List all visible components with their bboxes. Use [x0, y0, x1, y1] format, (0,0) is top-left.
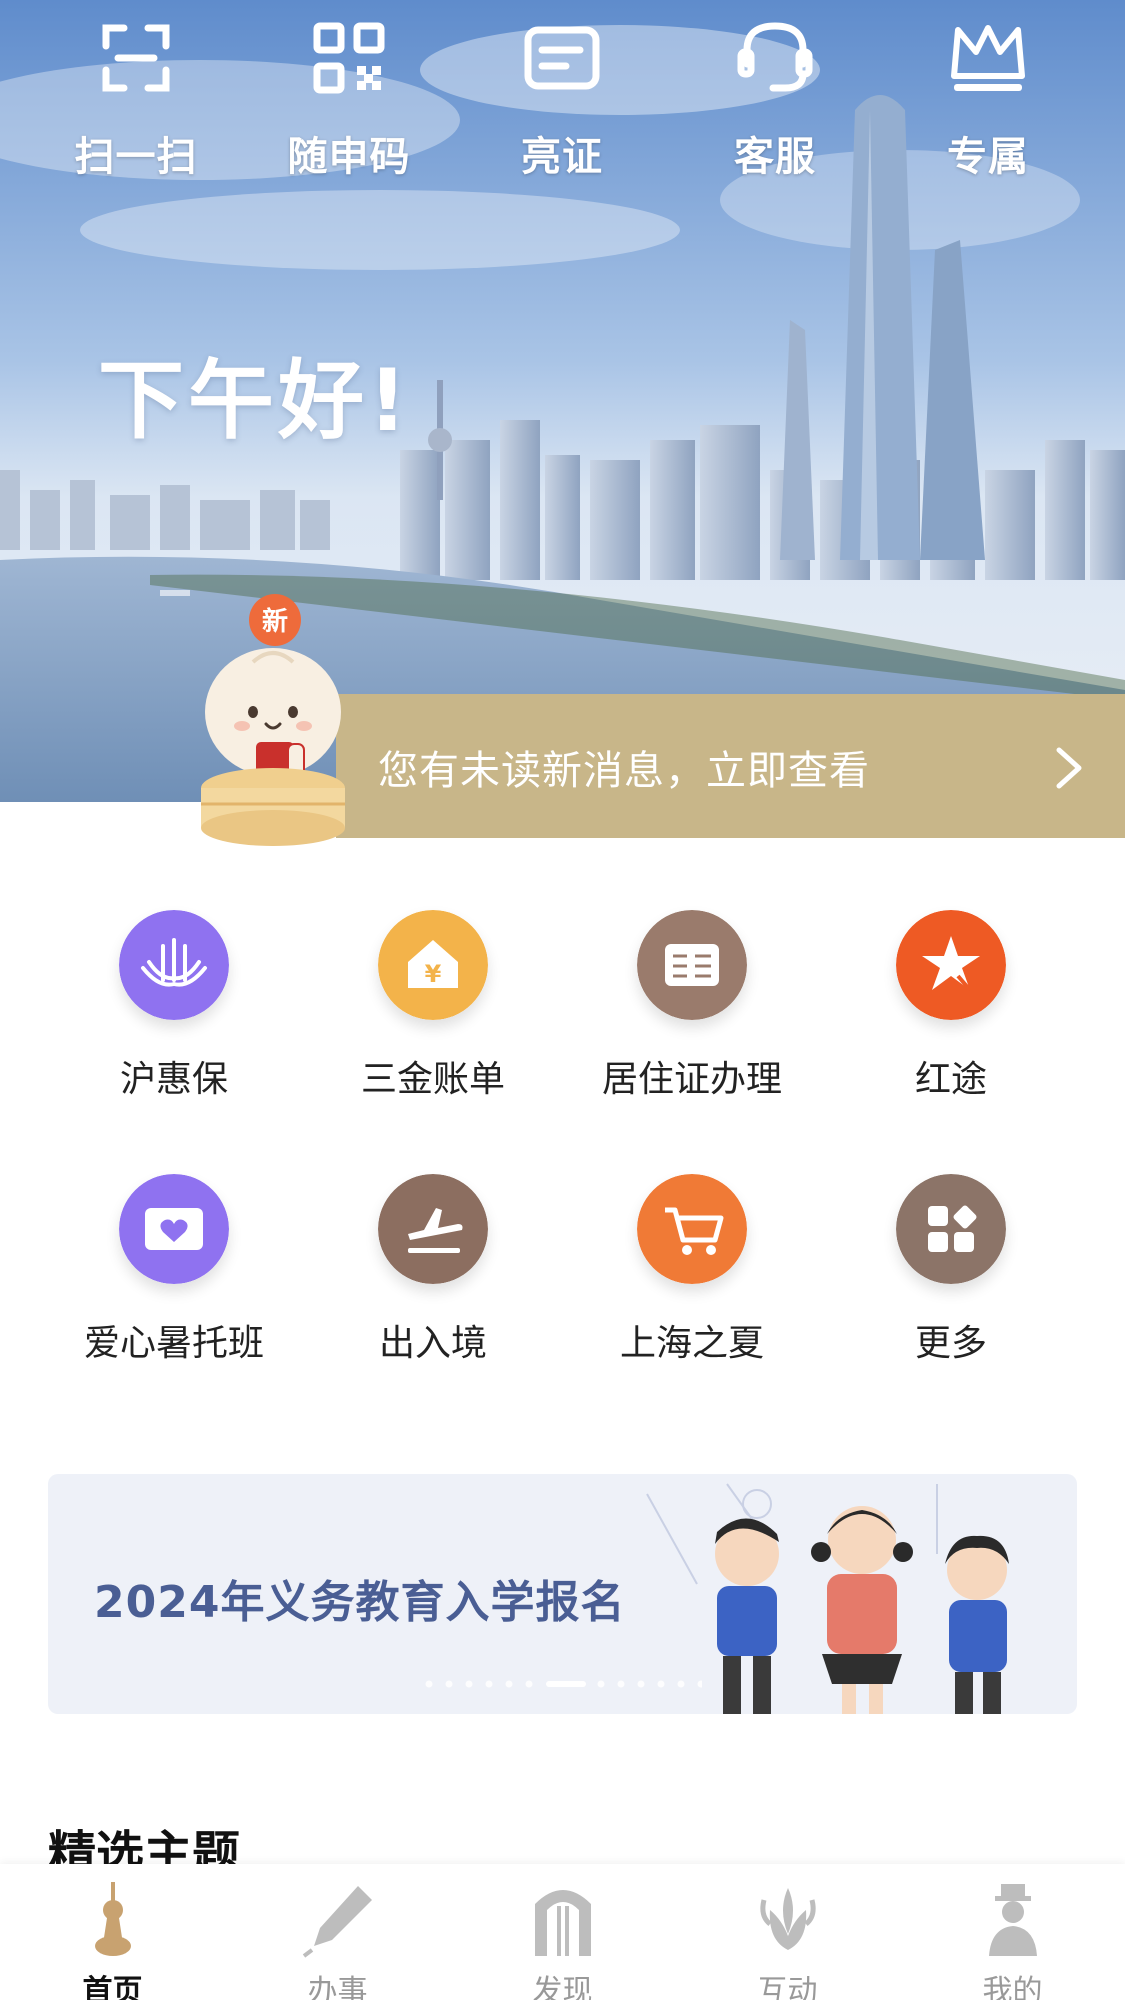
red-star-flag-icon: [896, 910, 1006, 1020]
children-illustration: [646, 1483, 1009, 1714]
service-hu-hui-bao[interactable]: 沪惠保: [44, 910, 304, 1140]
tab-interact[interactable]: 互动: [675, 1880, 900, 2000]
tab-label: 办事: [307, 1974, 368, 2000]
id-card-icon: [524, 26, 600, 90]
service-label: 沪惠保: [119, 1059, 228, 1100]
airplane-icon: [378, 1174, 488, 1284]
carousel-dot: [525, 1680, 533, 1688]
carousel-dot: [657, 1680, 665, 1688]
tab-label: 互动: [757, 1974, 818, 2000]
carousel-dot: [597, 1680, 605, 1688]
tab-services[interactable]: 办事: [225, 1880, 450, 2000]
stone-gate-icon: [534, 1890, 591, 1956]
service-residence-permit[interactable]: 居住证办理: [562, 910, 822, 1140]
lotus-icon: [119, 910, 229, 1020]
service-entry-exit[interactable]: 出入境: [303, 1174, 563, 1404]
tab-discover[interactable]: 发现: [450, 1880, 675, 2000]
chevron-right-icon: [1056, 747, 1082, 789]
carousel-dot: [505, 1680, 513, 1688]
tab-home[interactable]: 首页: [0, 1880, 225, 2000]
unread-message-text: 您有未读新消息，立即查看: [378, 748, 870, 794]
exclusive-button[interactable]: 专属: [908, 18, 1068, 188]
shopping-cart-icon: [637, 1174, 747, 1284]
heart-book-icon: [119, 1174, 229, 1284]
service-label: 红途: [914, 1059, 987, 1100]
show-id-label: 亮证: [521, 134, 603, 180]
service-label: 三金账单: [360, 1059, 505, 1100]
service-label: 更多: [914, 1323, 987, 1364]
service-label: 爱心暑托班: [83, 1323, 264, 1364]
show-id-button[interactable]: 亮证: [482, 18, 642, 188]
qr-code-icon: [313, 22, 385, 94]
qr-code-label: 随申码: [287, 134, 411, 180]
service-three-funds-bill[interactable]: ¥ 三金账单: [303, 910, 563, 1140]
carousel-dot: [465, 1680, 473, 1688]
tab-label: 发现: [532, 1974, 593, 2000]
tab-label: 我的: [982, 1974, 1043, 2000]
house-yen-icon: ¥: [378, 910, 488, 1020]
scan-button[interactable]: 扫一扫: [56, 18, 216, 188]
carousel-dot: [485, 1680, 493, 1688]
scan-label: 扫一扫: [74, 134, 198, 180]
mascot-dumpling-icon[interactable]: 新: [198, 592, 348, 848]
bottom-tab-bar: 首页 办事 发现 互动 我的: [0, 1864, 1125, 2000]
grid-more-icon: [896, 1174, 1006, 1284]
exclusive-label: 专属: [947, 134, 1029, 180]
scan-icon: [102, 24, 170, 92]
carousel-dot: [697, 1680, 702, 1688]
service-more[interactable]: 更多: [821, 1174, 1081, 1404]
banner-title: 2024年义务教育入学报名: [94, 1577, 626, 1628]
carousel-dot: [677, 1680, 685, 1688]
headset-icon: [737, 22, 813, 92]
tab-label: 首页: [82, 1974, 143, 2000]
qr-code-button[interactable]: 随申码: [269, 18, 429, 188]
carousel-dot: [637, 1680, 645, 1688]
unread-message-bar[interactable]: 您有未读新消息，立即查看: [336, 694, 1125, 838]
customer-service-button[interactable]: 客服: [695, 18, 855, 188]
greeting-text: 下午好!: [98, 351, 412, 451]
service-label: 出入境: [378, 1323, 487, 1364]
quick-action-bar: 扫一扫 随申码 亮证 客服 专属: [0, 0, 1125, 200]
carousel-dot: [445, 1680, 453, 1688]
customer-service-label: 客服: [734, 134, 816, 180]
pen-icon: [302, 1886, 372, 1958]
residence-card-icon: [637, 910, 747, 1020]
person-icon: [988, 1884, 1037, 1956]
service-summer-care[interactable]: 爱心暑托班: [44, 1174, 304, 1404]
service-shanghai-summer[interactable]: 上海之夏: [562, 1174, 822, 1404]
service-label: 居住证办理: [601, 1059, 782, 1100]
carousel-dot: [617, 1680, 625, 1688]
carousel-dot-active: [546, 1681, 586, 1687]
oriental-pearl-tower-icon: [94, 1882, 131, 1956]
enrollment-banner[interactable]: 2024年义务教育入学报名: [48, 1474, 1077, 1714]
service-hong-tu[interactable]: 红途: [821, 910, 1081, 1140]
tab-mine[interactable]: 我的: [900, 1880, 1125, 2000]
service-label: 上海之夏: [619, 1323, 764, 1364]
crown-icon: [951, 25, 1025, 91]
service-grid: 沪惠保 ¥ 三金账单 居住证办理 红途 爱心暑托班 出入境 上海之夏 更多: [0, 900, 1125, 1420]
mascot-new-badge: 新: [262, 606, 288, 637]
svg-text:¥: ¥: [425, 960, 442, 988]
carousel-dot: [425, 1680, 433, 1688]
hero-banner: 扫一扫 随申码 亮证 客服 专属 下午好!: [0, 0, 1125, 802]
carousel-indicator: [425, 1680, 702, 1688]
magnolia-icon: [759, 1888, 816, 1950]
